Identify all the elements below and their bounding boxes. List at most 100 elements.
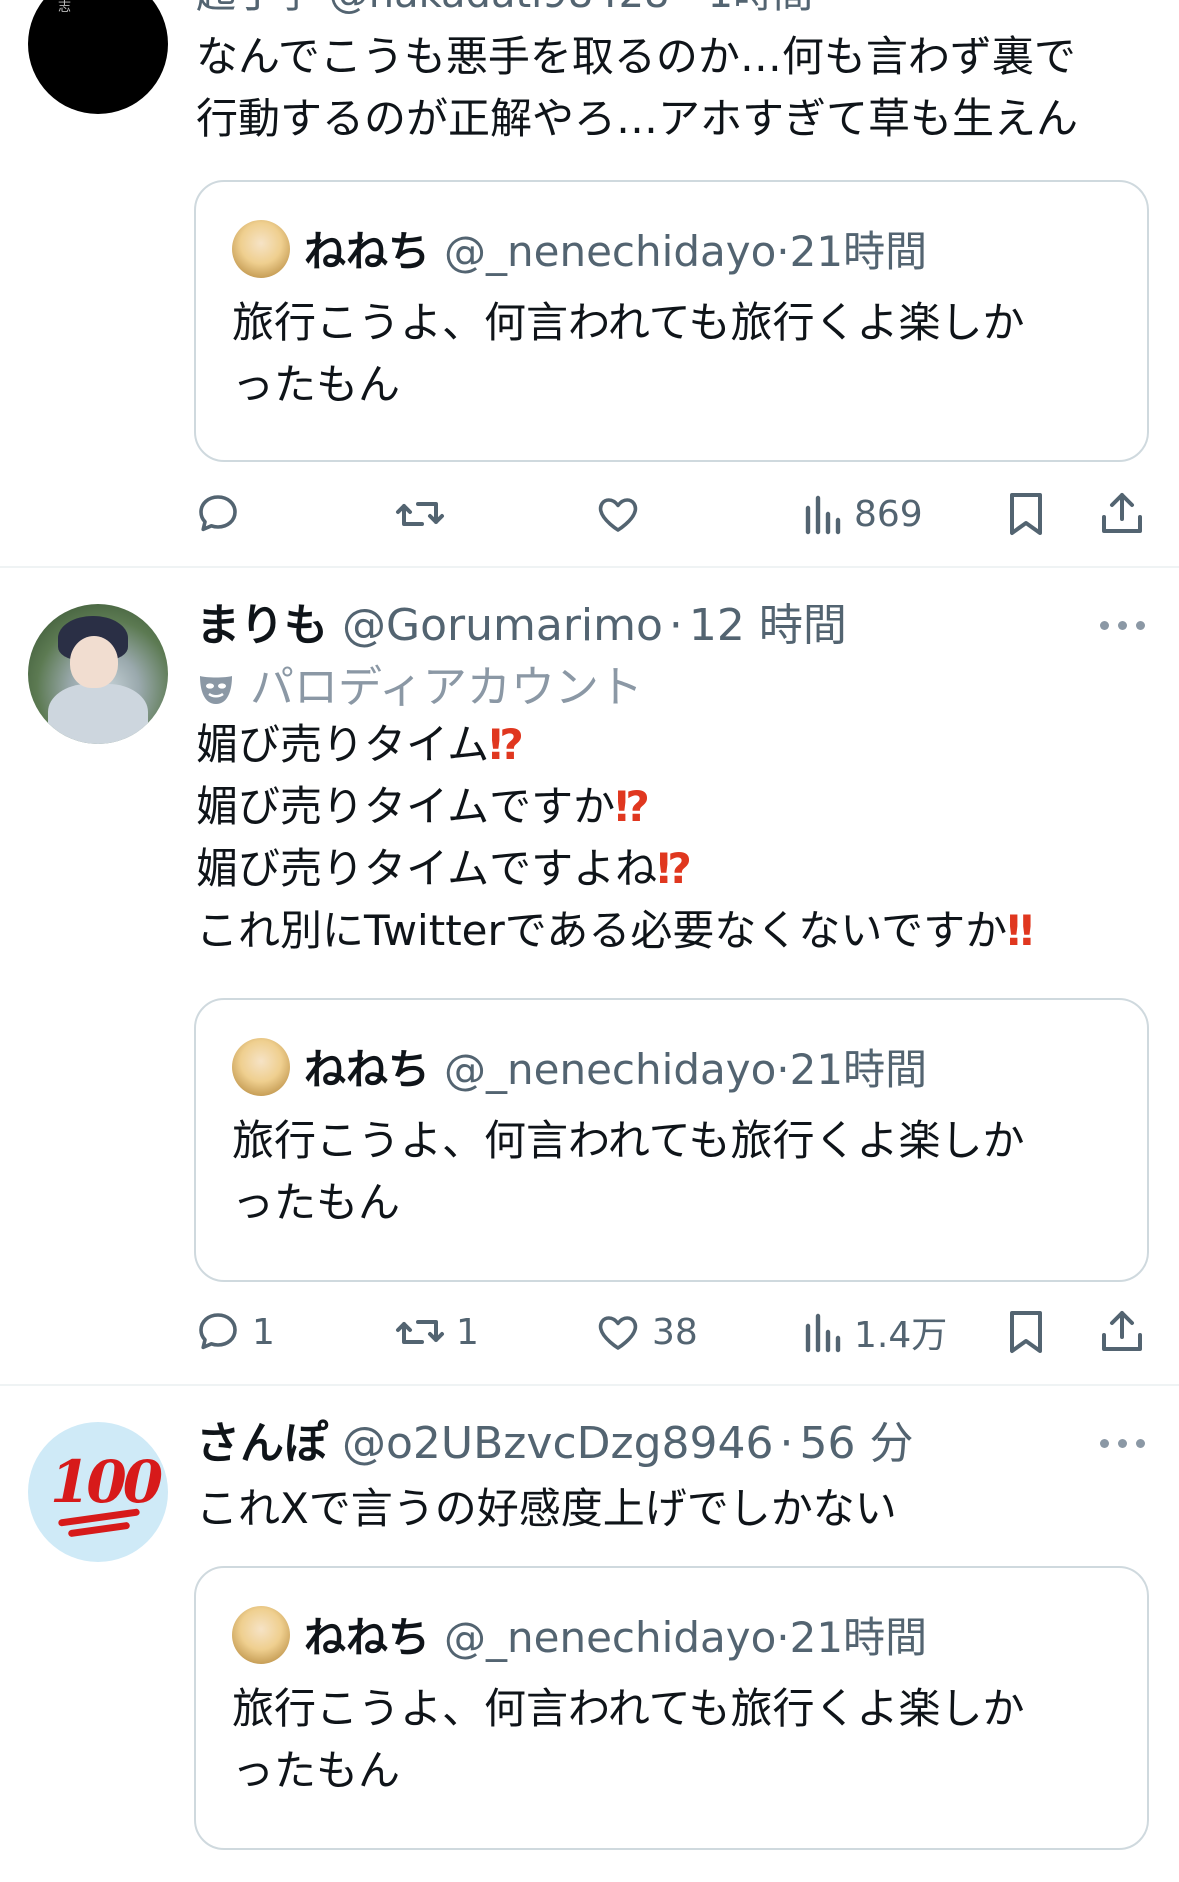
views-count: 1.4万 — [854, 1315, 948, 1356]
display-name[interactable]: まりも — [196, 600, 328, 651]
tweet-body: なんでこうも悪手を取るのか…何も言わず裏で 行動するのが正解やろ…アホすぎて草も… — [196, 26, 1156, 150]
reply-button[interactable] — [194, 484, 252, 544]
quoted-name: ねねち — [304, 1613, 431, 1662]
separator: · — [668, 600, 683, 651]
user-handle[interactable]: @Gorumarimo — [342, 600, 663, 651]
timestamp[interactable]: 56 分 — [800, 1418, 914, 1469]
quoted-line: 旅行こうよ、何言われても旅行くよ楽しか — [232, 1684, 1025, 1733]
tweet-line-text: これ別にTwitterである必要なくないですか — [196, 906, 1008, 955]
reply-icon — [199, 495, 237, 532]
hundred-points-emoji: 100 — [50, 1448, 163, 1516]
quoted-line: ったもん — [232, 360, 401, 409]
more-icon-dot — [1136, 621, 1145, 630]
display-name[interactable]: さんぽ — [196, 1418, 328, 1469]
parody-label-text: パロディアカウント — [250, 662, 643, 713]
more-icon — [1100, 1439, 1109, 1448]
retweet-button[interactable] — [394, 484, 456, 544]
more-button[interactable] — [1100, 1436, 1150, 1450]
more-icon-dot — [1136, 1439, 1145, 1448]
quoted-tweet[interactable]: ねねち @_nenechidayo·21時間 旅行こうよ、何言われても旅行くよ楽し… — [194, 180, 1149, 462]
quoted-line: 旅行こうよ、何言われても旅行くよ楽しか — [232, 1116, 1025, 1165]
bookmark-button[interactable] — [1004, 484, 1048, 544]
quoted-avatar — [232, 1606, 290, 1664]
quoted-avatar — [232, 220, 290, 278]
views-count: 869 — [854, 493, 923, 535]
retweet-count: 1 — [456, 1311, 479, 1353]
views-icon — [805, 495, 841, 535]
quoted-line: ったもん — [232, 1746, 401, 1795]
tweet-line: 行動するのが正解やろ…アホすぎて草も生えん — [196, 94, 1079, 143]
tweet-line: これ別にTwitterである必要なくないですか‼ — [196, 900, 1156, 962]
tweet-line: 媚び売りタイム⁉ — [196, 714, 1156, 776]
reply-icon — [199, 1313, 237, 1350]
tweet-line: なんでこうも悪手を取るのか…何も言わず裏で — [196, 32, 1076, 81]
avatar[interactable]: 100 — [28, 1422, 168, 1562]
more-icon-dot — [1118, 621, 1127, 630]
quoted-body: 旅行こうよ、何言われても旅行くよ楽しか ったもん — [232, 292, 1112, 416]
tweet-body: 媚び売りタイム⁉ 媚び売りタイムですか⁉ 媚び売りタイムですよね⁉ これ別にTw… — [196, 714, 1156, 962]
separator: · — [779, 1418, 794, 1469]
quoted-body: 旅行こうよ、何言われても旅行くよ楽しか ったもん — [232, 1110, 1112, 1234]
avatar[interactable]: 志 — [28, 0, 168, 114]
exclamation-question-emoji: ⁉ — [489, 720, 524, 769]
avatar-figure-body — [48, 684, 148, 744]
exclamation-question-emoji: ⁉ — [615, 782, 650, 831]
parody-mask-icon — [200, 676, 232, 704]
more-icon — [1100, 621, 1109, 630]
reply-button[interactable]: 1 — [194, 1302, 275, 1362]
quoted-tweet[interactable]: ねねち @_nenechidayo·21時間 旅行こうよ、何言われても旅行くよ楽し… — [194, 998, 1149, 1282]
avatar-figure-face — [70, 636, 118, 688]
quoted-avatar — [232, 1038, 290, 1096]
retweet-icon — [396, 502, 444, 526]
like-button[interactable] — [594, 484, 652, 544]
views-button[interactable]: 1.4万 — [802, 1302, 947, 1362]
share-button[interactable] — [1098, 484, 1146, 544]
bookmark-icon — [1010, 1311, 1042, 1353]
quoted-tweet-header: ねねち @_nenechidayo·21時間 — [232, 1038, 927, 1098]
separator: · — [776, 227, 790, 276]
views-icon — [805, 1313, 841, 1353]
like-icon — [598, 498, 638, 532]
header-partial-text: 起丁子 @nakadati98428 · 1時間 — [196, 0, 813, 17]
tweet-body: これXで言うの好感度上げでしかない — [196, 1478, 1156, 1540]
quoted-tweet-header: ねねち @_nenechidayo·21時間 — [232, 220, 927, 280]
views-button[interactable]: 869 — [802, 484, 923, 544]
separator: · — [776, 1613, 790, 1662]
share-icon — [1102, 1311, 1142, 1351]
quoted-line: 旅行こうよ、何言われても旅行くよ楽しか — [232, 298, 1025, 347]
tweet-line-text: 媚び売りタイムですか — [196, 782, 616, 831]
bookmark-icon — [1010, 493, 1042, 535]
quoted-body: 旅行こうよ、何言われても旅行くよ楽しか ったもん — [232, 1678, 1112, 1802]
tweet-line: 媚び売りタイムですよね⁉ — [196, 838, 1156, 900]
tweet-3[interactable]: 100 さんぽ @o2UBzvcDzg8946 · 56 分 これXで言うの好感度上げ… — [0, 1386, 1179, 1882]
action-bar: 1 1 38 1.4万 — [194, 1302, 1154, 1362]
tweet-1[interactable]: 志 起丁子 @nakadati98428 · 1時間 なんでこうも悪手を取るのか… — [0, 0, 1179, 570]
quoted-time: 21時間 — [789, 1045, 928, 1094]
retweet-button[interactable]: 1 — [394, 1302, 479, 1362]
like-icon — [598, 1316, 638, 1350]
quoted-time: 21時間 — [789, 227, 928, 276]
timestamp[interactable]: 12 時間 — [689, 600, 847, 651]
quoted-line: ったもん — [232, 1178, 401, 1227]
more-icon-dot — [1118, 1439, 1127, 1448]
tweet-line: 媚び売りタイムですか⁉ — [196, 776, 1156, 838]
retweet-icon — [396, 1320, 444, 1344]
more-button[interactable] — [1100, 618, 1150, 632]
tweet-header: まりも @Gorumarimo · 12 時間 — [196, 598, 847, 654]
quoted-handle: @_nenechidayo — [444, 227, 777, 276]
quoted-tweet[interactable]: ねねち @_nenechidayo·21時間 旅行こうよ、何言われても旅行くよ楽し… — [194, 1566, 1149, 1850]
avatar[interactable] — [28, 604, 168, 744]
avatar-text: 志 — [58, 0, 72, 15]
like-button[interactable]: 38 — [594, 1302, 698, 1362]
tweet-2[interactable]: まりも @Gorumarimo · 12 時間 パロディアカウント 媚び売りタイム⁉ … — [0, 568, 1179, 1386]
quoted-time: 21時間 — [789, 1613, 928, 1662]
bookmark-button[interactable] — [1004, 1302, 1048, 1362]
reply-count: 1 — [252, 1311, 275, 1353]
quoted-name: ねねち — [304, 227, 431, 276]
share-button[interactable] — [1098, 1302, 1146, 1362]
user-handle[interactable]: @o2UBzvcDzg8946 — [342, 1418, 774, 1469]
tweet-line: これXで言うの好感度上げでしかない — [196, 1484, 897, 1533]
like-count: 38 — [652, 1311, 698, 1353]
quoted-name: ねねち — [304, 1045, 431, 1094]
action-bar: 869 — [194, 484, 1154, 544]
